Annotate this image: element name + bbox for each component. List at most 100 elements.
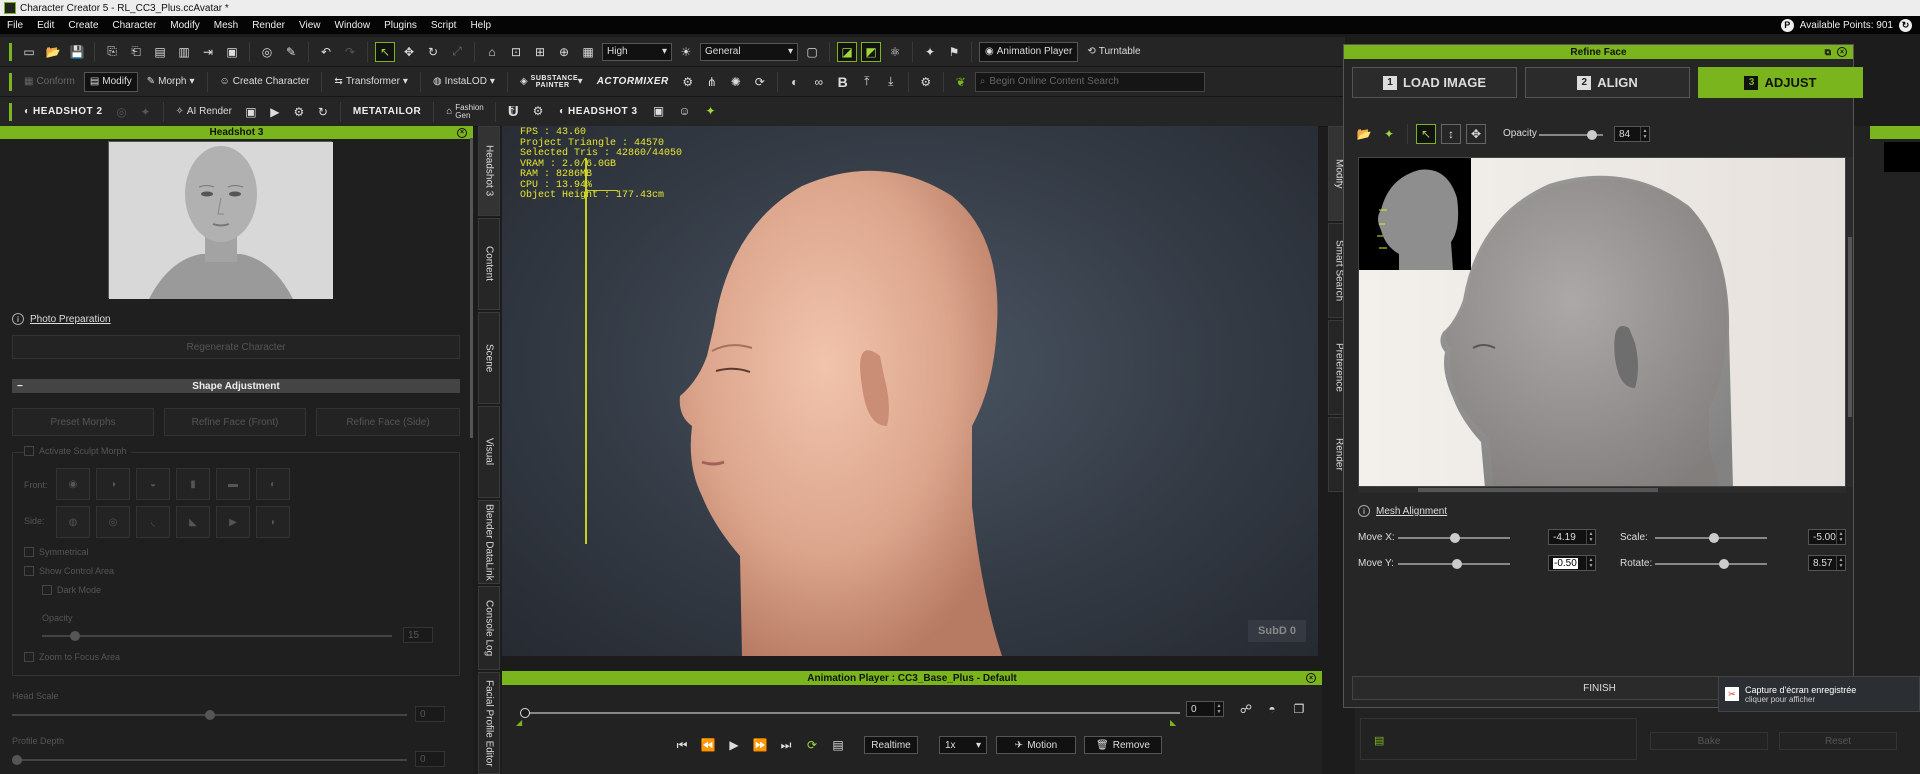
slider-knob[interactable]: [1719, 559, 1729, 569]
save-icon[interactable]: 💾: [67, 42, 87, 62]
photo-icon[interactable]: ▣: [649, 101, 669, 121]
transformer-button[interactable]: ⇆ Transformer ▾: [329, 72, 413, 92]
symmetrical-checkbox[interactable]: [24, 547, 34, 557]
scale-field[interactable]: -5.00 ▲ ▼: [1808, 529, 1846, 545]
preview-hscroll[interactable]: [1358, 487, 1846, 493]
upload-icon[interactable]: ⤒: [857, 72, 877, 92]
menu-render[interactable]: Render: [245, 20, 292, 31]
front-morph-button[interactable]: ◒: [136, 468, 170, 500]
export-icon[interactable]: ⎗: [126, 42, 146, 62]
move-icon[interactable]: ✥: [399, 42, 419, 62]
pose-icon[interactable]: ☍: [1236, 699, 1256, 719]
spin-arrows[interactable]: ▲ ▼: [1836, 530, 1845, 544]
tab-scene[interactable]: Scene: [478, 312, 500, 404]
motion-button[interactable]: ✈ Motion: [996, 736, 1076, 754]
prev-frame-icon[interactable]: ⏪: [698, 735, 718, 755]
scale-slider[interactable]: [1655, 533, 1767, 543]
rotate-field[interactable]: 8.57 ▲ ▼: [1808, 555, 1846, 571]
ai-render-button[interactable]: ✧ AI Render: [171, 102, 237, 122]
regenerate-button[interactable]: Regenerate Character: [12, 335, 460, 359]
tab-console-log[interactable]: Console Log: [478, 586, 500, 670]
menu-view[interactable]: View: [292, 20, 328, 31]
turntable-button[interactable]: ⟲ Turntable: [1082, 42, 1145, 62]
slider-knob[interactable]: [1452, 559, 1462, 569]
blender-icon[interactable]: ◐: [785, 72, 805, 92]
photo-prep-link[interactable]: Photo Preparation: [30, 314, 111, 325]
menu-edit[interactable]: Edit: [30, 20, 61, 31]
sparkle-icon[interactable]: ✦: [701, 101, 721, 121]
settings-icon[interactable]: ⚙: [528, 101, 548, 121]
tab-headshot3[interactable]: Headshot 3: [478, 126, 500, 216]
fit-icon[interactable]: ⊞: [530, 42, 550, 62]
front-morph-button[interactable]: ▬: [216, 468, 250, 500]
modify-button[interactable]: ▤ Modify: [83, 71, 138, 92]
create-character-button[interactable]: ☺ Create Character: [215, 72, 315, 92]
menu-plugins[interactable]: Plugins: [377, 20, 424, 31]
folder-icon[interactable]: 📂: [1354, 124, 1374, 144]
spin-arrows[interactable]: ▲ ▼: [1640, 127, 1649, 141]
slider-knob[interactable]: [1450, 533, 1460, 543]
headshot3-button[interactable]: ◐ HEADSHOT 3: [554, 101, 643, 121]
open-icon[interactable]: 📂: [43, 42, 63, 62]
download-icon[interactable]: ⤓: [881, 72, 901, 92]
import-icon[interactable]: ⎘: [102, 42, 122, 62]
rotate-icon[interactable]: ↻: [423, 42, 443, 62]
spin-arrows[interactable]: ▲ ▼: [1586, 530, 1595, 544]
timeline-knob[interactable]: [520, 708, 530, 718]
load-image-button[interactable]: 1 LOAD IMAGE: [1352, 67, 1517, 98]
conform-button[interactable]: ▦ Conform: [19, 72, 80, 92]
substance-button[interactable]: ◈ SUBSTANCE PAINTER ▾: [515, 72, 588, 92]
animation-player-button[interactable]: ◉ Animation Player: [979, 41, 1079, 62]
end-marker[interactable]: ◣: [1170, 718, 1176, 727]
zoom-icon[interactable]: ◎: [257, 42, 277, 62]
opacity-field[interactable]: 84 ▲ ▼: [1614, 126, 1650, 142]
show-control-row[interactable]: Show Control Area: [24, 566, 114, 576]
fbx-icon[interactable]: ▤: [150, 42, 170, 62]
subtitle-icon[interactable]: ▤: [828, 735, 848, 755]
undo-icon[interactable]: ↶: [316, 42, 336, 62]
remove-button[interactable]: 🗑 Remove: [1084, 736, 1162, 754]
physics-icon[interactable]: ⚛: [885, 42, 905, 62]
light-icon[interactable]: ☀: [676, 42, 696, 62]
speed-dropdown[interactable]: 1x ▾: [939, 736, 987, 754]
video-icon[interactable]: ▶: [265, 102, 285, 122]
dark-mode-row[interactable]: Dark Mode: [42, 585, 101, 595]
close-icon[interactable]: ×: [1306, 673, 1316, 683]
home-icon[interactable]: ⌂: [482, 42, 502, 62]
front-morph-button[interactable]: ◐: [256, 468, 290, 500]
preset-dropdown[interactable]: General ▾: [700, 42, 798, 61]
reset-button[interactable]: Reset: [1779, 732, 1897, 750]
fashion-gen-button[interactable]: ⌂ Fashion Gen: [441, 102, 488, 122]
actormixer-button[interactable]: ACTORMIXER: [592, 72, 674, 92]
menu-script[interactable]: Script: [424, 20, 464, 31]
tool-a-icon[interactable]: ◪: [837, 41, 857, 62]
window-icon[interactable]: ❐: [1289, 699, 1309, 719]
camera-icon[interactable]: ▢: [802, 42, 822, 62]
mask-icon[interactable]: ☺: [675, 101, 695, 121]
sync-icon[interactable]: ⟳: [750, 72, 770, 92]
select-icon[interactable]: ↖: [375, 41, 395, 62]
select-icon[interactable]: ↖: [1416, 124, 1436, 144]
front-morph-button[interactable]: ◑: [96, 468, 130, 500]
gear-icon[interactable]: ⚙: [289, 102, 309, 122]
activate-sculpt-checkbox[interactable]: [24, 446, 34, 456]
move-x-field[interactable]: -4.19 ▲ ▼: [1548, 529, 1596, 545]
pose-icon[interactable]: ✦: [920, 42, 940, 62]
preview-vscroll[interactable]: [1847, 157, 1853, 487]
side-morph-button[interactable]: ◗: [256, 506, 290, 538]
align-button[interactable]: 2 ALIGN: [1525, 67, 1690, 98]
3d-viewport[interactable]: SubD 0: [502, 126, 1318, 656]
dark-mode-checkbox[interactable]: [42, 585, 52, 595]
slider-knob[interactable]: [12, 755, 22, 765]
slider-knob[interactable]: [205, 710, 215, 720]
bold-b-icon[interactable]: B: [833, 72, 853, 92]
zoom-focus-checkbox[interactable]: [24, 652, 34, 662]
refresh-icon[interactable]: ↻: [1899, 18, 1912, 32]
sculpt-opacity-slider[interactable]: [42, 631, 392, 641]
move-x-slider[interactable]: [1398, 533, 1510, 543]
tool-c-icon[interactable]: ⚙: [678, 72, 698, 92]
activate-sculpt-row[interactable]: Activate Sculpt Morph: [24, 446, 131, 456]
head-scale-field[interactable]: 0: [415, 706, 445, 722]
skip-end-icon[interactable]: ⏭: [776, 735, 796, 755]
profile-depth-field[interactable]: 0: [415, 751, 445, 767]
